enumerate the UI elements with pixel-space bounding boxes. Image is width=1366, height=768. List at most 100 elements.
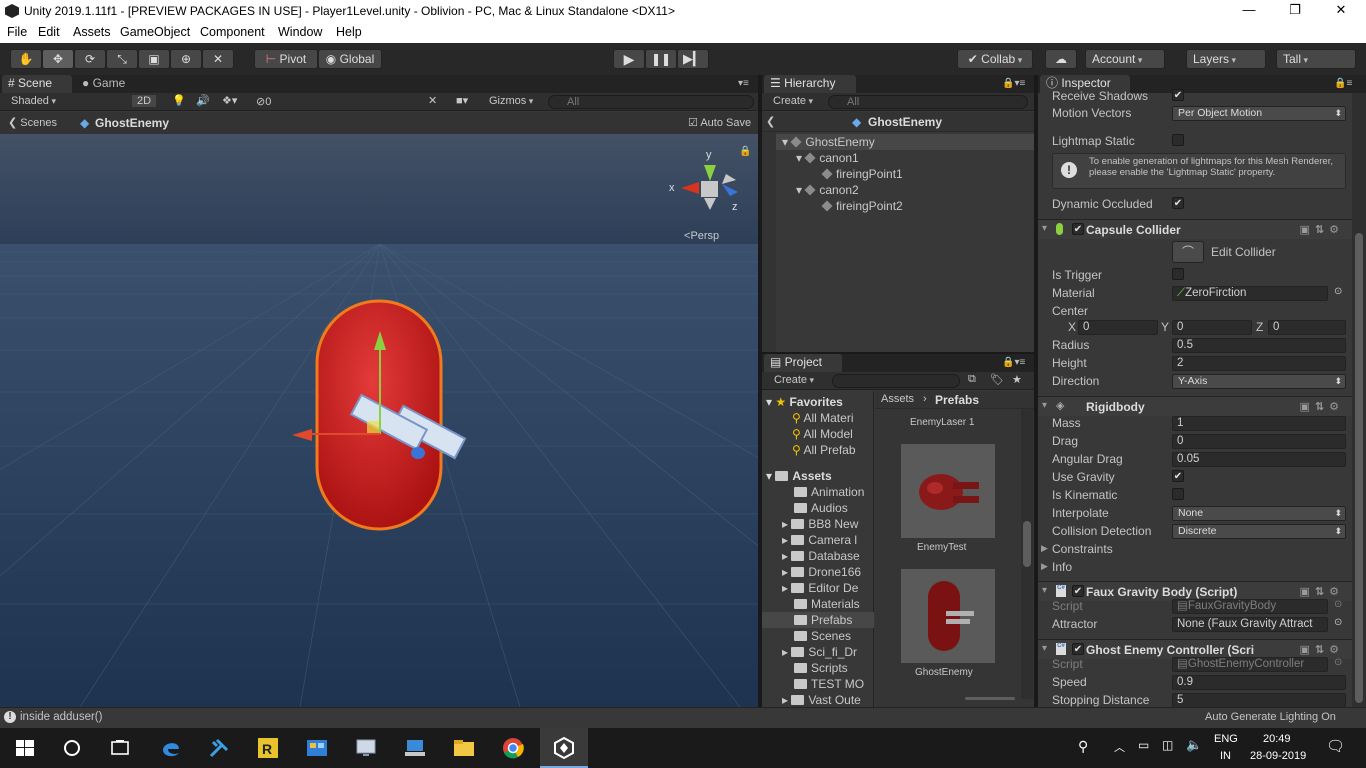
clock-time[interactable]: 20:49 — [1263, 733, 1291, 745]
folder-editor[interactable]: ▸ Editor De — [782, 581, 858, 595]
breadcrumb-item[interactable]: GhostEnemy — [95, 116, 169, 130]
hierarchy-item-fireingpoint2[interactable]: fireingPoint2 — [821, 199, 903, 213]
center-z-field[interactable]: 0 — [1268, 320, 1346, 335]
task-view-icon[interactable] — [108, 736, 132, 760]
tray-chevron-icon[interactable]: ︿ — [1114, 739, 1125, 755]
is-trigger-checkbox[interactable] — [1172, 268, 1184, 280]
breadcrumb-prefabs[interactable]: Prefabs — [935, 393, 979, 407]
folder-animation[interactable]: Animation — [794, 485, 864, 499]
account-dropdown[interactable]: Account — [1085, 49, 1165, 69]
collab-dropdown[interactable]: ✔ Collab — [957, 49, 1033, 69]
hand-tool-icon[interactable]: ✋ — [10, 49, 42, 69]
folder-scripts[interactable]: Scripts — [794, 661, 848, 675]
hierarchy-item-ghostenemy[interactable]: ▾ GhostEnemy — [782, 135, 875, 149]
panel-menu-icon[interactable]: ▾≡ — [738, 75, 749, 93]
network-icon[interactable]: ◫ — [1162, 738, 1173, 752]
folder-drone[interactable]: ▸ Drone166 — [782, 565, 861, 579]
object-picker-icon[interactable]: ⊙ — [1334, 286, 1342, 297]
close-button[interactable]: ✕ — [1318, 2, 1364, 21]
rider-app-icon[interactable]: R — [256, 736, 280, 760]
hierarchy-item-canon1[interactable]: ▾ canon1 — [796, 151, 859, 165]
folder-materials[interactable]: Materials — [794, 597, 860, 611]
pivot-toggle[interactable]: ⊢ Pivot — [254, 49, 318, 69]
foldout-arrow-icon[interactable]: ▾ — [1042, 400, 1047, 411]
folder-camera[interactable]: ▸ Camera l — [782, 533, 857, 547]
fav-item-prefabs[interactable]: ⚲ All Prefab — [792, 443, 856, 457]
transform-tool-icon[interactable]: ⊕ — [170, 49, 202, 69]
folder-scifi[interactable]: ▸ Sci_fi_Dr — [782, 645, 857, 659]
asset-thumb-ghostenemy[interactable] — [901, 569, 995, 663]
material-field[interactable]: ⟋ZeroFirction — [1172, 286, 1328, 301]
notifications-icon[interactable]: 🗨 — [1326, 737, 1345, 755]
menu-assets[interactable]: Assets — [73, 25, 111, 39]
favorites-group[interactable]: ▾ ★ Favorites — [766, 395, 843, 409]
tab-hierarchy[interactable]: ☰ Hierarchy — [764, 75, 856, 93]
thumbnail-size-slider[interactable] — [965, 697, 1015, 700]
camera-icon[interactable]: ■▾ — [456, 94, 468, 107]
interpolate-dropdown[interactable]: None — [1172, 506, 1346, 521]
play-button[interactable]: ▶ — [613, 49, 645, 69]
angular-drag-field[interactable]: 0.05 — [1172, 452, 1346, 467]
folder-vast[interactable]: ▸ Vast Oute — [782, 693, 861, 707]
component-menu-icons[interactable]: ▣⇅⚙ — [1300, 400, 1344, 413]
hierarchy-menu-icon[interactable]: 🔒▾≡ — [1002, 75, 1025, 93]
tools-icon[interactable]: ✕ — [428, 94, 437, 107]
effects-icon[interactable]: ❖▾ — [222, 94, 237, 107]
inspector-scrollbar[interactable] — [1352, 93, 1366, 707]
assets-scrollbar[interactable] — [1021, 409, 1033, 699]
persp-label[interactable]: <Persp — [684, 230, 719, 242]
dynamic-occluded-checkbox[interactable]: ✔ — [1172, 197, 1184, 209]
fav-item-materials[interactable]: ⚲ All Materi — [792, 411, 853, 425]
folder-prefabs[interactable]: Prefabs — [794, 613, 852, 627]
stopping-distance-field[interactable]: 5 — [1172, 693, 1346, 707]
receive-shadows-checkbox[interactable]: ✔ — [1172, 89, 1184, 101]
search-icon[interactable] — [60, 736, 84, 760]
asset-thumb-enemytest[interactable] — [901, 444, 995, 538]
foldout-arrow-icon[interactable]: ▾ — [1042, 643, 1047, 654]
foldout-arrow-icon[interactable]: ▶ — [1041, 561, 1048, 572]
use-gravity-checkbox[interactable]: ✔ — [1172, 470, 1184, 482]
layout-dropdown[interactable]: Tall — [1276, 49, 1356, 69]
unity-taskbar-active[interactable] — [540, 728, 588, 768]
windows-start-icon[interactable] — [13, 736, 37, 760]
collision-detection-dropdown[interactable]: Discrete — [1172, 524, 1346, 539]
clock-date[interactable]: 28-09-2019 — [1250, 750, 1306, 762]
tab-scene[interactable]: # Scene — [2, 75, 72, 93]
tools-app-icon[interactable] — [207, 736, 231, 760]
menu-file[interactable]: File — [7, 25, 27, 39]
filter-type-icon[interactable]: ⧉ — [968, 373, 976, 386]
lightmap-static-checkbox[interactable] — [1172, 134, 1184, 146]
folder-audios[interactable]: Audios — [794, 501, 848, 515]
back-arrow-icon[interactable]: ❮ — [766, 115, 775, 128]
folder-bb8[interactable]: ▸ BB8 New — [782, 517, 858, 531]
console-message[interactable]: inside adduser() — [20, 711, 102, 723]
hierarchy-search-input[interactable]: All — [828, 95, 1028, 109]
lighting-icon[interactable]: 💡 — [172, 94, 186, 107]
edit-collider-icon[interactable]: ⌒ — [1172, 241, 1204, 263]
gizmos-dropdown[interactable]: Gizmos — [489, 95, 533, 107]
is-kinematic-checkbox[interactable] — [1172, 488, 1184, 500]
scale-tool-icon[interactable]: ⤡ — [106, 49, 138, 69]
input-language-primary[interactable]: ENG — [1214, 733, 1238, 745]
this-pc-icon[interactable] — [403, 736, 427, 760]
project-search-input[interactable] — [832, 374, 960, 388]
hierarchy-create-button[interactable]: Create — [773, 95, 813, 107]
rotate-tool-icon[interactable]: ⟳ — [74, 49, 106, 69]
hierarchy-item-fireingpoint1[interactable]: fireingPoint1 — [821, 167, 903, 181]
custom-tool-icon[interactable]: ✕ — [202, 49, 234, 69]
move-tool-icon[interactable]: ✥ — [42, 49, 74, 69]
favorite-star-icon[interactable]: ★ — [1012, 373, 1022, 386]
menu-component[interactable]: Component — [200, 25, 265, 39]
scene-viewport[interactable]: y x z <Persp 🔒 — [0, 134, 758, 707]
fav-item-models[interactable]: ⚲ All Model — [792, 427, 853, 441]
folder-testmo[interactable]: TEST MO — [794, 677, 864, 691]
shading-dropdown[interactable]: Shaded — [11, 95, 56, 107]
menu-gameobject[interactable]: GameObject — [120, 25, 190, 39]
capsule-collider-header[interactable]: ▾ ✔ Capsule Collider ▣⇅⚙ — [1038, 219, 1352, 239]
assets-group[interactable]: ▾ Assets — [766, 469, 832, 483]
project-create-button[interactable]: Create — [774, 374, 814, 386]
asset-label[interactable]: GhostEnemy — [915, 667, 973, 678]
asset-label[interactable]: EnemyLaser 1 — [910, 417, 974, 428]
breadcrumb-root[interactable]: ❮ Scenes — [8, 116, 57, 129]
control-panel-icon[interactable] — [305, 736, 329, 760]
